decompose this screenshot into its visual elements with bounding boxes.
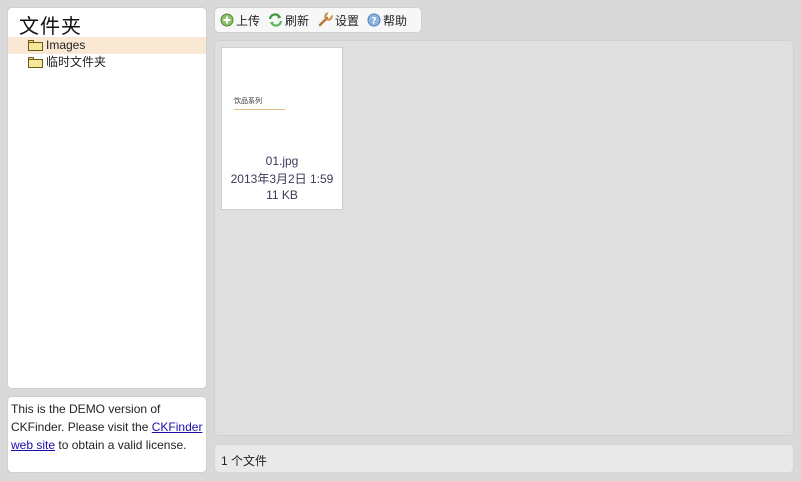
demo-note-panel: This is the DEMO version of CKFinder. Pl… (7, 396, 207, 473)
refresh-button[interactable]: 刷新 (268, 12, 309, 29)
demo-note-text-before: This is the DEMO version of CKFinder. Pl… (11, 402, 161, 434)
demo-note-text: This is the DEMO version of CKFinder. Pl… (11, 400, 205, 454)
upload-icon (220, 13, 234, 27)
folder-item-temp[interactable]: 临时文件夹 (8, 54, 206, 71)
file-name: 01.jpg (265, 154, 299, 168)
refresh-button-label: 刷新 (285, 13, 310, 28)
settings-button-label: 设置 (335, 13, 360, 28)
help-button-label: 帮助 (383, 13, 408, 28)
file-item[interactable]: 饮品系列 01.jpg 2013年3月2日 1:59 11 KB (221, 47, 343, 210)
folder-icon (28, 57, 43, 68)
demo-note-text-after: to obtain a valid license. (58, 438, 187, 452)
file-size: 11 KB (266, 188, 298, 202)
upload-button[interactable]: 上传 (220, 12, 260, 29)
file-date: 2013年3月2日 1:59 (230, 172, 334, 186)
upload-button-label: 上传 (236, 13, 261, 28)
folders-title: 文件夹 (19, 14, 82, 38)
help-icon: ? (367, 13, 381, 27)
folder-item-images[interactable]: Images (8, 37, 206, 54)
folder-tree: Images 临时文件夹 (8, 37, 206, 71)
thumbnail-text: 饮品系列 (234, 98, 262, 105)
help-button[interactable]: ? 帮助 (367, 12, 407, 29)
status-bar: 1 个文件 (214, 444, 794, 473)
settings-button[interactable]: 设置 (317, 12, 359, 29)
folders-panel: 文件夹 Images 临时文件夹 (7, 7, 207, 389)
files-panel: 饮品系列 01.jpg 2013年3月2日 1:59 11 KB (214, 40, 794, 436)
folder-icon (28, 40, 43, 51)
toolbar: 上传 刷新 设置 ? 帮助 (214, 7, 422, 33)
svg-text:?: ? (371, 17, 376, 27)
file-thumbnail: 饮品系列 (234, 98, 289, 114)
refresh-icon (268, 13, 283, 27)
folder-item-label: Images (46, 38, 86, 52)
settings-icon (318, 12, 333, 27)
folder-item-label: 临时文件夹 (46, 55, 107, 69)
file-count: 1 个文件 (221, 454, 268, 468)
